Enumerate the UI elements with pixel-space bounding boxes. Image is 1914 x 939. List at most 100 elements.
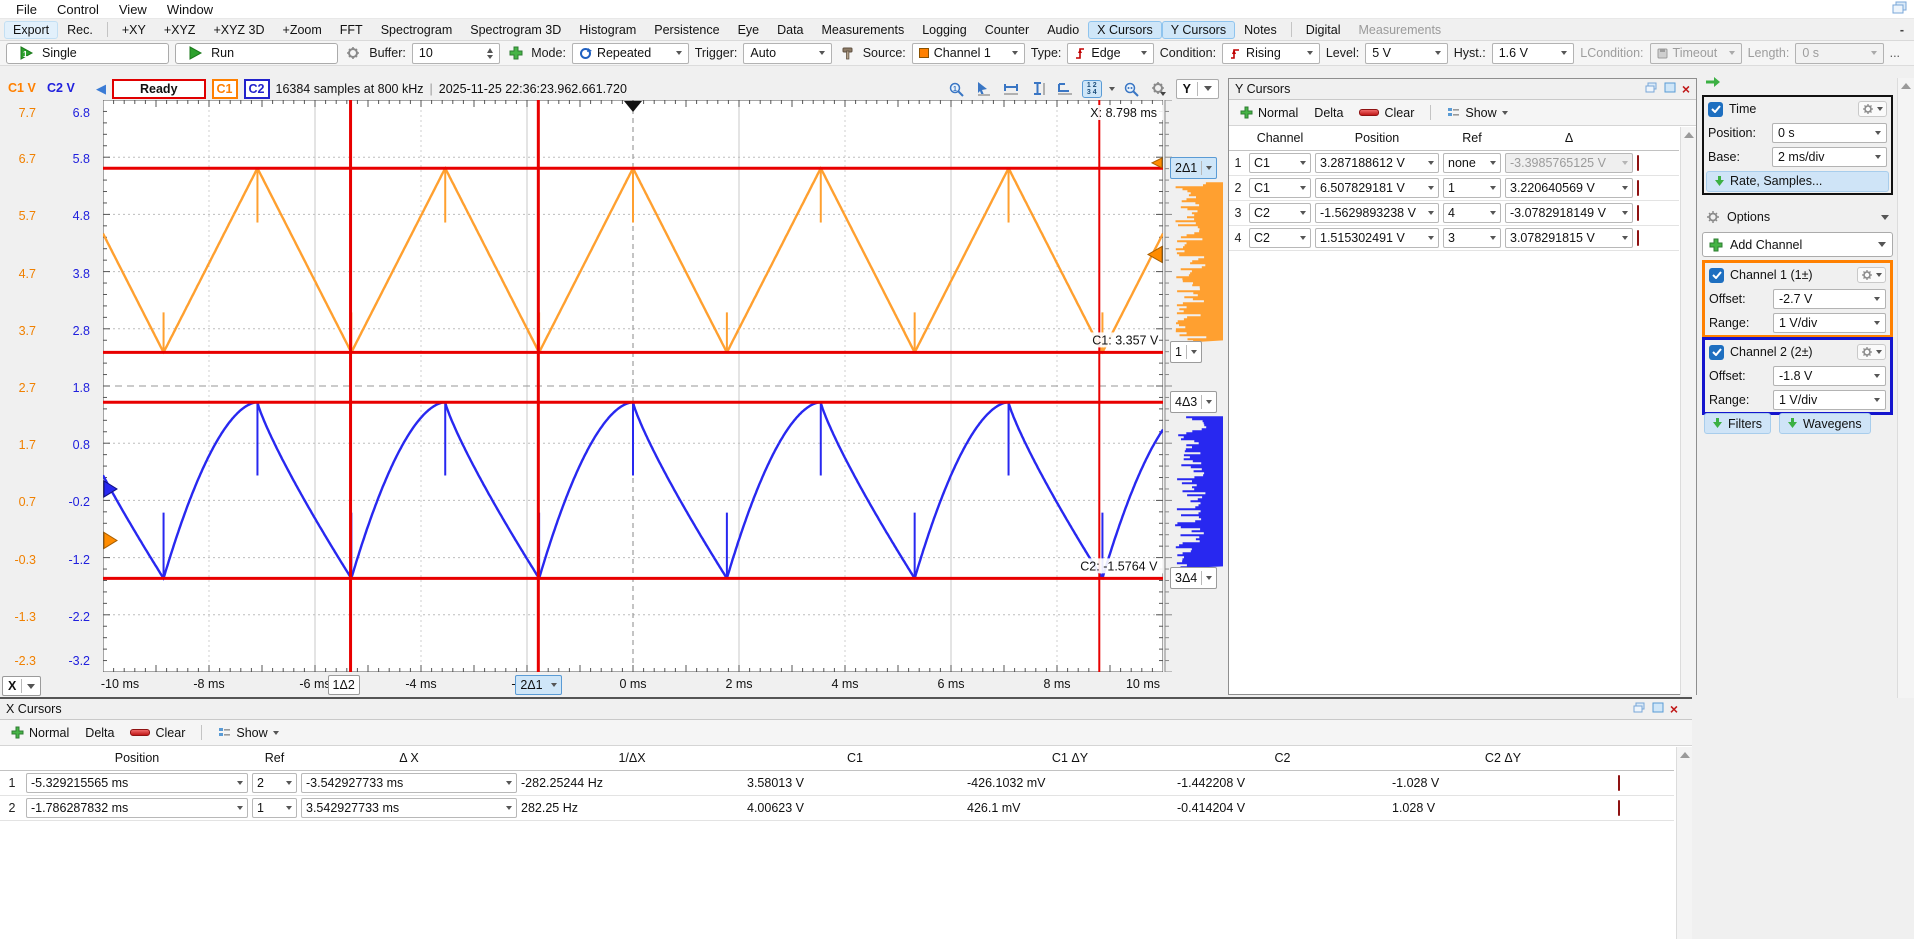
remove-cursor-button[interactable] xyxy=(1618,800,1620,816)
tab-x-cursors[interactable]: X Cursors xyxy=(1088,21,1162,39)
menu-view[interactable]: View xyxy=(109,1,157,18)
x-axis-caret-icon[interactable] xyxy=(27,684,35,689)
dropdown-caret-icon[interactable] xyxy=(1428,186,1434,190)
channel1-checkbox[interactable] xyxy=(1709,268,1724,283)
tab--zoom[interactable]: +Zoom xyxy=(274,21,331,39)
handle-caret-icon[interactable] xyxy=(551,683,557,687)
wavegens-button[interactable]: Wavegens xyxy=(1779,413,1871,434)
x-axis-selector[interactable]: X xyxy=(2,676,41,696)
sidebar-scrollbar[interactable] xyxy=(1897,78,1914,698)
y-cursor-position-select[interactable]: 1.515302491 V xyxy=(1315,228,1439,248)
tab-spectrogram[interactable]: Spectrogram xyxy=(372,21,462,39)
dropdown-caret-icon[interactable] xyxy=(1490,161,1496,165)
y-cursors-clear-button[interactable]: Clear xyxy=(1354,104,1419,122)
dropdown-caret-icon[interactable] xyxy=(1622,186,1628,190)
y-cursor-position-select[interactable]: 3.287188612 V xyxy=(1315,153,1439,173)
y-cursors-show-button[interactable]: Show xyxy=(1442,104,1512,122)
plot-settings-gear-icon[interactable] xyxy=(1149,80,1169,98)
buffer-gear-icon[interactable] xyxy=(344,44,363,62)
y-cursor-delta-select[interactable]: -3.0782918149 V xyxy=(1505,203,1633,223)
dropdown-caret-icon[interactable] xyxy=(506,806,512,810)
dropdown-caret-icon[interactable] xyxy=(1300,161,1306,165)
channel1-offset-select[interactable]: -2.7 V xyxy=(1773,289,1886,309)
channel2-checkbox[interactable] xyxy=(1709,345,1724,360)
y-cursor-ref-select[interactable]: none xyxy=(1443,153,1501,173)
condition-select[interactable]: Rising xyxy=(1222,43,1320,64)
spin-down-icon[interactable] xyxy=(487,55,493,59)
y-cursor-delta-select[interactable]: 3.220640569 V xyxy=(1505,178,1633,198)
panel-restore-icon[interactable] xyxy=(1645,82,1658,96)
panel-maximize-icon[interactable] xyxy=(1664,82,1676,96)
buffer-spinner[interactable]: 10 xyxy=(412,43,500,64)
y-cursor-channel-select[interactable]: C2 xyxy=(1249,228,1311,248)
tab-notes[interactable]: Notes xyxy=(1235,21,1286,39)
x-cursor-dx-select[interactable]: -3.542927733 ms xyxy=(301,773,517,793)
dropdown-caret-icon[interactable] xyxy=(286,806,292,810)
level-select[interactable]: 5 V xyxy=(1365,43,1448,64)
y-axis-selector[interactable]: Y xyxy=(1176,79,1219,99)
pointer-mode-icon[interactable] xyxy=(974,80,994,98)
tab-eye[interactable]: Eye xyxy=(729,21,769,39)
tab-measurements[interactable]: Measurements xyxy=(1350,21,1451,39)
tab--xyz[interactable]: +XYZ xyxy=(155,21,205,39)
remove-cursor-button[interactable] xyxy=(1637,180,1639,196)
expand-right-icon[interactable] xyxy=(1705,76,1721,91)
dropdown-caret-icon[interactable] xyxy=(1622,236,1628,240)
tab-counter[interactable]: Counter xyxy=(976,21,1038,39)
x-cursor-ref-select[interactable]: 1 xyxy=(252,798,297,818)
channel2-range-select[interactable]: 1 V/div xyxy=(1773,390,1886,410)
handle-caret-icon[interactable] xyxy=(1191,350,1197,354)
y-cursor-channel-select[interactable]: C1 xyxy=(1249,178,1311,198)
y-cursor-handle-2[interactable]: 1 xyxy=(1170,341,1202,363)
y-cursor-ref-select[interactable]: 1 xyxy=(1443,178,1501,198)
y-cursors-titlebar[interactable]: Y Cursors × xyxy=(1229,79,1696,100)
y-cursor-handle-1[interactable]: 2Δ1 xyxy=(1170,157,1217,179)
tab-data[interactable]: Data xyxy=(768,21,812,39)
dropdown-caret-icon[interactable] xyxy=(1428,161,1434,165)
remove-cursor-button[interactable] xyxy=(1637,155,1639,171)
add-mode-plus-icon[interactable] xyxy=(506,44,525,62)
tab-measurements[interactable]: Measurements xyxy=(813,21,914,39)
panel-close-icon[interactable]: × xyxy=(1670,704,1678,715)
trigger-select[interactable]: Auto xyxy=(743,43,831,64)
y-cursor-handle-3[interactable]: 4Δ3 xyxy=(1170,391,1217,413)
x-cursors-show-button[interactable]: Show xyxy=(213,724,283,742)
quad-view-button[interactable]: 1 23 4 xyxy=(1082,80,1102,98)
show-caret-icon[interactable] xyxy=(1502,111,1508,115)
x-cursors-clear-button[interactable]: Clear xyxy=(125,724,190,742)
tab-spectrogram-3d[interactable]: Spectrogram 3D xyxy=(461,21,570,39)
menu-control[interactable]: Control xyxy=(47,1,109,18)
handle-caret-icon[interactable] xyxy=(1206,166,1212,170)
remove-cursor-button[interactable] xyxy=(1637,205,1639,221)
y-cursor-handle-4[interactable]: 3Δ4 xyxy=(1170,567,1217,589)
y-cursor-position-select[interactable]: 6.507829181 V xyxy=(1315,178,1439,198)
panel-close-icon[interactable]: × xyxy=(1682,84,1690,95)
x-cursors-titlebar[interactable]: X Cursors × xyxy=(0,699,1692,720)
dropdown-caret-icon[interactable] xyxy=(237,806,243,810)
dropdown-caret-icon[interactable] xyxy=(1622,211,1628,215)
channel1-range-select[interactable]: 1 V/div xyxy=(1773,313,1886,333)
dropdown-caret-icon[interactable] xyxy=(1300,186,1306,190)
toolbar-overflow[interactable]: ... xyxy=(1890,46,1900,60)
x-cursors-delta-button[interactable]: Delta xyxy=(80,724,119,742)
tab-logging[interactable]: Logging xyxy=(913,21,976,39)
menu-file[interactable]: File xyxy=(6,1,47,18)
handle-caret-icon[interactable] xyxy=(1206,576,1212,580)
dropdown-caret-icon[interactable] xyxy=(1490,211,1496,215)
y-cursors-normal-button[interactable]: Normal xyxy=(1235,104,1303,122)
dropdown-caret-icon[interactable] xyxy=(286,781,292,785)
zoom-fit-icon[interactable]: 1 xyxy=(947,80,967,98)
remove-cursor-button[interactable] xyxy=(1637,230,1639,246)
dropdown-caret-icon[interactable] xyxy=(1490,236,1496,240)
x-cursor-handle-2[interactable]: 2Δ1 xyxy=(515,675,561,695)
time-position-select[interactable]: 0 s xyxy=(1772,123,1887,143)
horizontal-measure-icon[interactable] xyxy=(1001,80,1021,98)
tab-rec-[interactable]: Rec. xyxy=(58,21,102,39)
y-cursors-scrollbar[interactable] xyxy=(1680,127,1696,695)
menu-window[interactable]: Window xyxy=(157,1,223,18)
x-cursors-normal-button[interactable]: Normal xyxy=(6,724,74,742)
channel1-gear-icon[interactable] xyxy=(1857,267,1886,283)
options-row[interactable]: Options xyxy=(1702,205,1893,229)
y-cursor-channel-select[interactable]: C2 xyxy=(1249,203,1311,223)
show-caret-icon[interactable] xyxy=(273,731,279,735)
